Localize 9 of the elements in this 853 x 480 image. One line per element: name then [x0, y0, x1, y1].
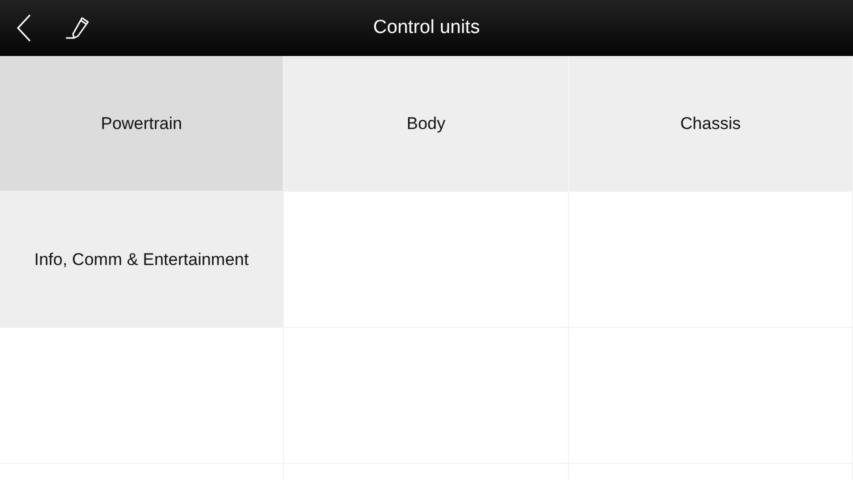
- category-tile[interactable]: Chassis: [569, 56, 853, 192]
- edit-button[interactable]: [65, 15, 91, 41]
- category-tile[interactable]: Info, Comm & Entertainment: [0, 192, 284, 328]
- pencil-icon: [65, 15, 91, 41]
- back-button[interactable]: [17, 14, 31, 42]
- window-title: Control units: [373, 17, 480, 39]
- back-icon: [17, 14, 31, 42]
- category-tile[interactable]: Powertrain: [0, 56, 284, 192]
- category-tile[interactable]: Body: [284, 56, 569, 192]
